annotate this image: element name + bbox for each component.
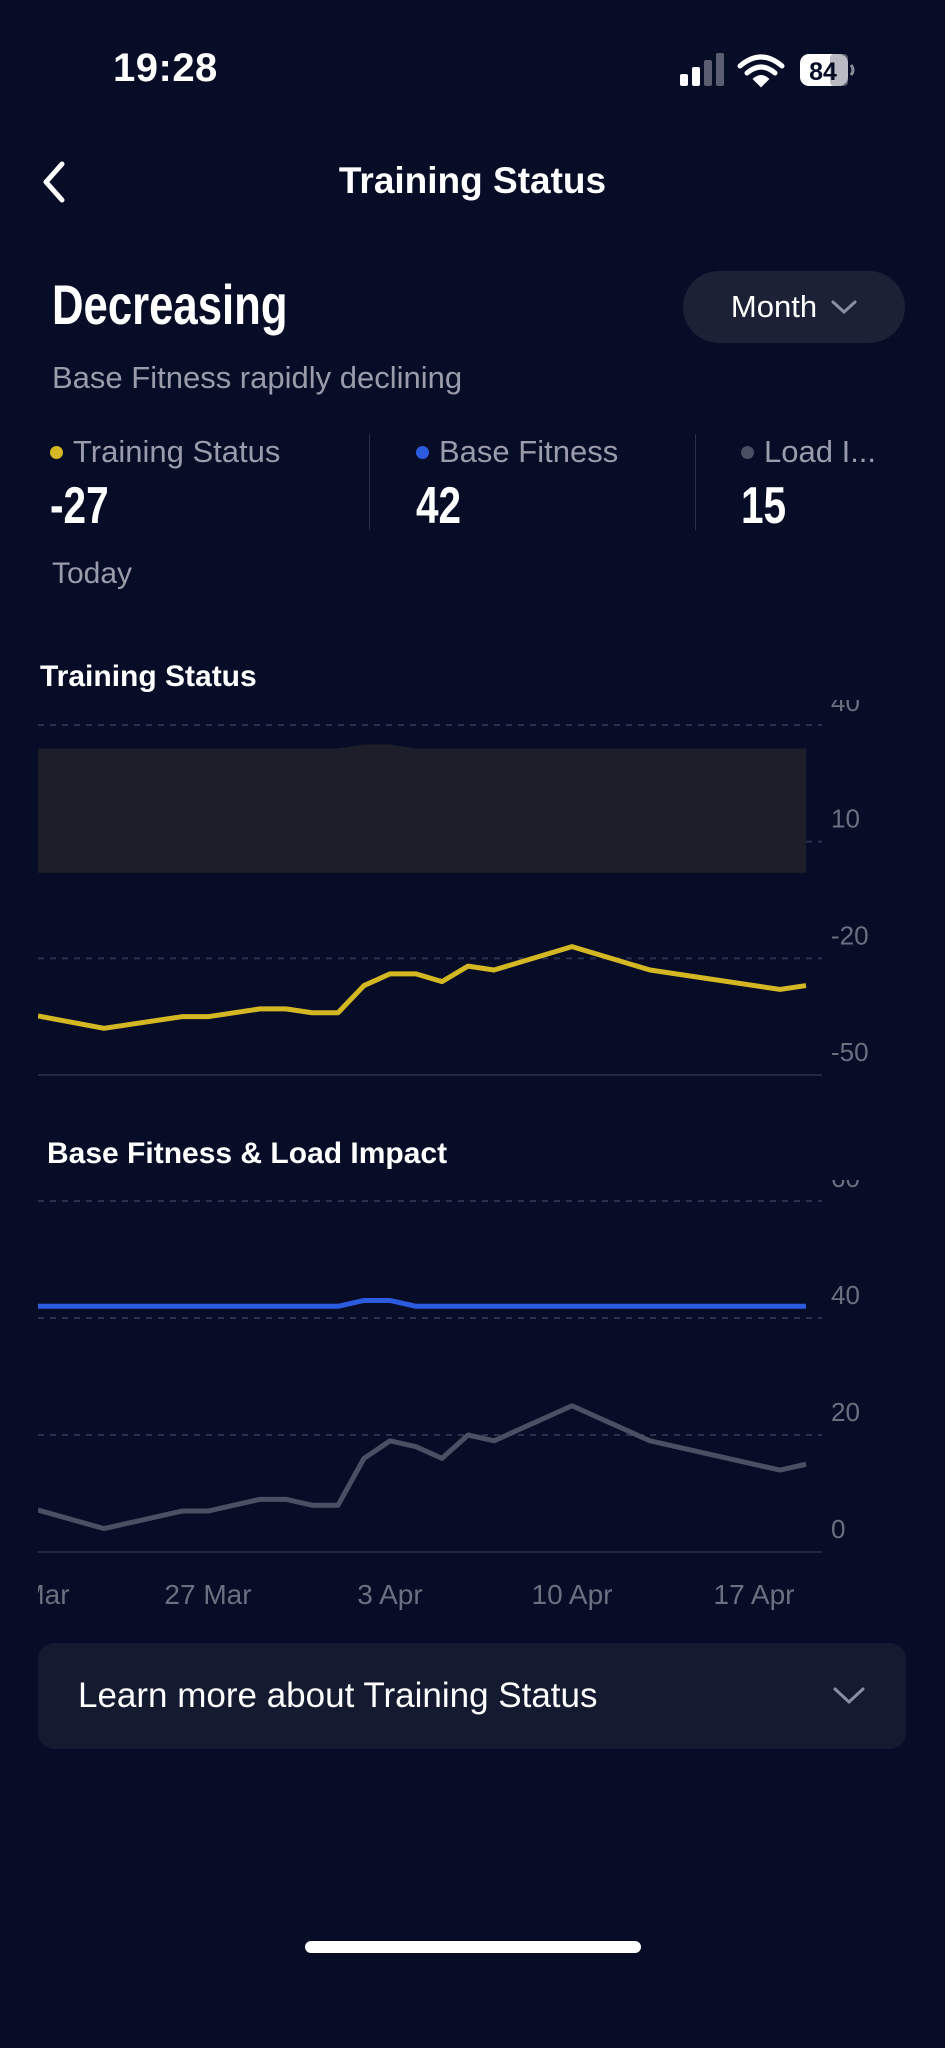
status-headline: Decreasing bbox=[52, 273, 288, 336]
period-selector[interactable]: Month bbox=[683, 271, 905, 343]
x-tick-label: 3 Apr bbox=[357, 1579, 422, 1610]
status-subtitle: Base Fitness rapidly declining bbox=[52, 360, 463, 395]
status-icons: 84 bbox=[680, 53, 855, 88]
signal-icon bbox=[680, 53, 724, 86]
battery-icon: 84 bbox=[800, 54, 855, 86]
y-tick-label: 40 bbox=[831, 1280, 860, 1310]
divider bbox=[369, 434, 370, 530]
stat-training-status: Training Status -27 bbox=[50, 434, 280, 536]
stat-value: 15 bbox=[741, 477, 787, 535]
y-tick-label: -50 bbox=[831, 1037, 869, 1067]
base-fitness-load-chart: 60 40 20 0 20 Mar 27 Mar 3 Apr 10 Apr 17 Apr bbox=[0, 1180, 860, 1610]
optimal-range-band bbox=[38, 744, 806, 873]
chevron-down-icon bbox=[831, 300, 857, 315]
chart-title-training-status: Training Status bbox=[40, 660, 257, 693]
stat-label: Training Status bbox=[73, 434, 281, 469]
stat-value: 42 bbox=[416, 477, 462, 535]
x-tick-label: 10 Apr bbox=[532, 1579, 613, 1610]
y-tick-label: 0 bbox=[831, 1514, 845, 1544]
y-tick-label: 20 bbox=[831, 1397, 860, 1427]
series-line-1 bbox=[38, 1403, 807, 1532]
stat-base-fitness: Base Fitness 42 bbox=[416, 434, 618, 536]
period-label: Month bbox=[730, 289, 818, 324]
learn-more-expander[interactable]: Learn more about Training Status bbox=[38, 1643, 906, 1749]
stat-label: Base Fitness bbox=[439, 434, 619, 469]
date-label: Today bbox=[52, 557, 133, 590]
legend-dot-icon bbox=[416, 445, 429, 459]
wifi-icon bbox=[737, 54, 785, 88]
chevron-down-icon bbox=[833, 1687, 865, 1705]
stat-load-impact: Load I... 15 bbox=[741, 434, 876, 536]
y-tick-label: 60 bbox=[831, 1180, 860, 1193]
chart-title-base-fitness: Base Fitness & Load Impact bbox=[47, 1137, 448, 1170]
divider bbox=[695, 434, 696, 530]
y-tick-label: -20 bbox=[831, 920, 869, 950]
stat-label: Load I... bbox=[764, 434, 877, 469]
status-time: 19:28 bbox=[113, 46, 218, 90]
y-tick-label: 10 bbox=[831, 804, 860, 834]
legend-dot-icon bbox=[50, 445, 63, 459]
training-status-chart: 40 10 -20 -50 bbox=[38, 700, 869, 1076]
series-line-0 bbox=[38, 1297, 806, 1309]
legend-dot-icon bbox=[741, 445, 754, 459]
x-tick-label: 20 Mar bbox=[0, 1579, 70, 1610]
x-tick-label: 17 Apr bbox=[714, 1579, 795, 1610]
learn-more-label: Learn more about Training Status bbox=[78, 1676, 598, 1715]
battery-level: 84 bbox=[809, 58, 837, 86]
x-tick-label: 27 Mar bbox=[164, 1579, 251, 1610]
y-tick-label: 40 bbox=[831, 700, 860, 717]
home-indicator[interactable] bbox=[305, 1941, 641, 1953]
page-title: Training Status bbox=[338, 160, 607, 201]
stat-value: -27 bbox=[50, 477, 109, 535]
